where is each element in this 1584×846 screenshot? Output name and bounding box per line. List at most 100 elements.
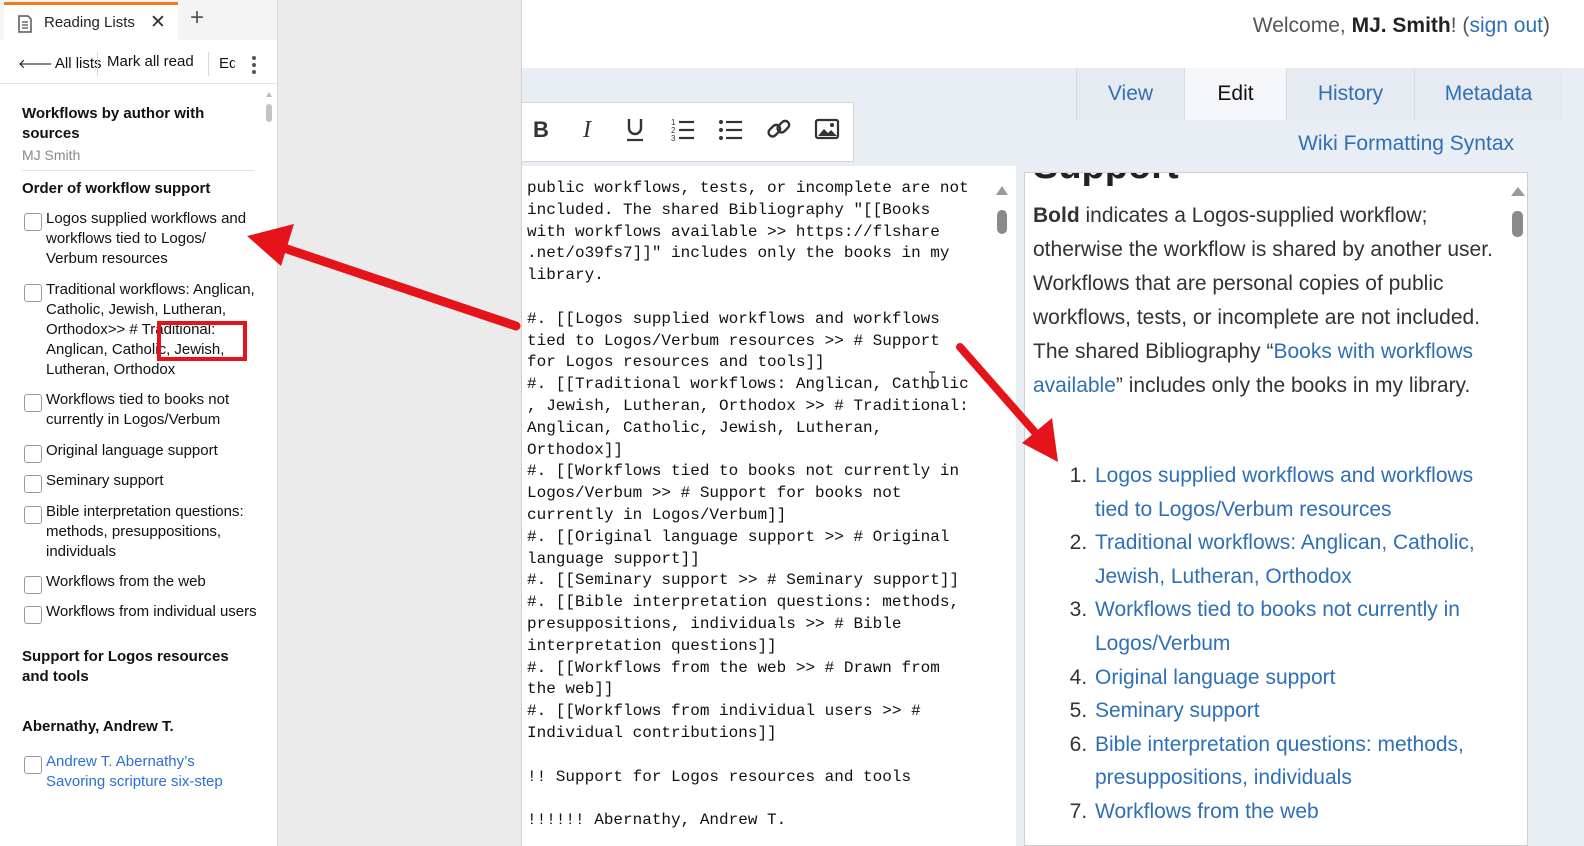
close-icon[interactable]: ✕: [150, 11, 166, 34]
tab-history[interactable]: History: [1286, 68, 1414, 120]
sign-out-link[interactable]: sign out: [1469, 14, 1543, 37]
list-item[interactable]: Workflows from individual users: [22, 602, 258, 624]
preview-list-link[interactable]: Workflows tied to books not currently in…: [1095, 598, 1460, 655]
link-icon[interactable]: [766, 115, 792, 143]
checkbox[interactable]: [24, 475, 42, 493]
scrollbar-thumb[interactable]: [266, 104, 272, 122]
reading-lists-panel: Reading Lists ✕ + 🡐 All lists Mark all re…: [0, 0, 278, 846]
checkbox[interactable]: [24, 284, 42, 302]
list-item[interactable]: Original language support: [22, 441, 258, 463]
bold-word: Bold: [1033, 204, 1080, 227]
image-icon[interactable]: [814, 115, 840, 143]
italic-icon[interactable]: I: [576, 115, 602, 143]
preview-list-item: Workflows from the web: [1093, 795, 1503, 829]
more-options-icon[interactable]: [250, 54, 258, 76]
list-item[interactable]: Andrew T. Abernathy’s Savoring scripture…: [22, 752, 258, 792]
arrow-left-icon: 🡐: [18, 56, 53, 71]
welcome-mid: ! (: [1450, 14, 1470, 37]
svg-text:B: B: [533, 117, 549, 142]
preview-heading: Support: [1033, 173, 1179, 188]
bulleted-list-icon[interactable]: [718, 115, 744, 143]
divider: [22, 170, 254, 171]
checkbox[interactable]: [24, 213, 42, 231]
checkbox[interactable]: [24, 445, 42, 463]
preview-list-link[interactable]: Workflows from the web: [1095, 800, 1319, 823]
preview-ordered-list: Logos supplied workflows and workflows t…: [1093, 459, 1503, 829]
svg-text:I: I: [582, 117, 592, 143]
preview-list-item: Bible interpretation questions: methods,…: [1093, 728, 1503, 795]
list-item-label: Workflows from individual users: [46, 603, 257, 620]
toolbar-divider: [208, 52, 209, 76]
list-item[interactable]: Bible interpretation questions: methods,…: [22, 502, 258, 562]
checkbox[interactable]: [24, 506, 42, 524]
editor-text[interactable]: public workflows, tests, or incomplete a…: [527, 178, 987, 832]
all-lists-button[interactable]: 🡐 All lists: [18, 55, 102, 72]
list-item-label: Seminary support: [46, 472, 164, 489]
panel-tab-bar: Reading Lists ✕ +: [0, 0, 277, 40]
wiki-formatting-syntax-link[interactable]: Wiki Formatting Syntax: [1298, 132, 1514, 156]
preview-list-link[interactable]: Original language support: [1095, 666, 1336, 689]
preview-list-item: Workflows tied to books not currently in…: [1093, 593, 1503, 660]
wiki-page: Welcome, MJ. Smith! (sign out) View Edit…: [521, 0, 1584, 846]
section-heading: Support for Logos resources and tools: [22, 648, 229, 685]
preview-scrollbar-thumb[interactable]: [1512, 211, 1523, 237]
preview-text: ” includes only the books in my library.: [1115, 374, 1471, 397]
preview-list-link[interactable]: Bible interpretation questions: methods,…: [1095, 733, 1464, 790]
preview-list-item: Original language support: [1093, 661, 1503, 695]
numbered-list-icon[interactable]: 123: [670, 115, 696, 143]
screen: Reading Lists ✕ + 🡐 All lists Mark all re…: [0, 0, 1584, 846]
checkbox[interactable]: [24, 756, 42, 774]
tab-reading-lists[interactable]: Reading Lists ✕: [4, 2, 178, 40]
list-item-label: Workflows from the web: [46, 573, 206, 590]
list-item[interactable]: Workflows tied to books not currently in…: [22, 390, 258, 430]
add-tab-icon[interactable]: +: [190, 4, 204, 32]
checkbox[interactable]: [24, 576, 42, 594]
toolbar-divider: [97, 52, 98, 76]
document-icon: [18, 15, 32, 33]
mark-all-read-button[interactable]: Mark all read: [107, 53, 194, 70]
preview-list-item: Traditional workflows: Anglican, Catholi…: [1093, 526, 1503, 593]
text-cursor-icon: [929, 371, 935, 389]
list-item[interactable]: Seminary support: [22, 471, 258, 493]
checkbox[interactable]: [24, 606, 42, 624]
editor-scrollbar-thumb[interactable]: [997, 210, 1007, 234]
svg-text:3: 3: [671, 134, 676, 143]
all-lists-label: All lists: [54, 55, 102, 72]
preview-list-link[interactable]: Traditional workflows: Anglican, Catholi…: [1095, 531, 1475, 588]
list-author: MJ Smith: [22, 147, 81, 163]
preview-list-link[interactable]: Seminary support: [1095, 699, 1260, 722]
checkbox[interactable]: [24, 394, 42, 412]
bold-icon[interactable]: B: [528, 115, 554, 143]
user-name: MJ. Smith: [1351, 14, 1451, 37]
welcome-suffix: ): [1543, 14, 1550, 37]
tab-metadata[interactable]: Metadata: [1414, 68, 1562, 120]
reading-list: Workflows by author with sources MJ Smit…: [22, 104, 258, 792]
list-item-label: Traditional workflows: Anglican, Catholi…: [46, 281, 255, 378]
wiki-editor-textarea[interactable]: public workflows, tests, or incomplete a…: [522, 166, 1016, 846]
edit-button[interactable]: Edit: [219, 55, 235, 72]
background-gap: [278, 0, 521, 846]
scroll-up-icon[interactable]: [266, 92, 272, 97]
list-item-label: Logos supplied workflows and workflows t…: [46, 210, 247, 267]
section-heading: Abernathy, Andrew T.: [22, 718, 174, 735]
scroll-up-icon[interactable]: [1511, 187, 1525, 196]
underline-icon[interactable]: [622, 115, 648, 143]
list-title: Workflows by author with sources: [22, 105, 205, 142]
preview-list-link[interactable]: Logos supplied workflows and workflows t…: [1095, 464, 1473, 521]
tab-edit[interactable]: Edit: [1184, 68, 1286, 120]
tab-title: Reading Lists: [44, 14, 135, 31]
list-item[interactable]: Workflows from the web: [22, 572, 258, 594]
list-item-link[interactable]: Andrew T. Abernathy’s Savoring scripture…: [46, 753, 223, 790]
preview-paragraph: Bold indicates a Logos-supplied workflow…: [1033, 199, 1493, 403]
list-item[interactable]: Traditional workflows: Anglican, Catholi…: [22, 280, 258, 380]
tab-view[interactable]: View: [1076, 68, 1184, 120]
list-item-label: Workflows tied to books not currently in…: [46, 391, 230, 428]
list-item[interactable]: Logos supplied workflows and workflows t…: [22, 209, 258, 269]
preview-list-item: Logos supplied workflows and workflows t…: [1093, 459, 1503, 526]
preview-list-item: Seminary support: [1093, 694, 1503, 728]
welcome-message: Welcome, MJ. Smith! (sign out): [1253, 14, 1550, 38]
welcome-prefix: Welcome,: [1252, 14, 1352, 37]
list-item-label: Original language support: [46, 442, 218, 459]
scroll-up-icon[interactable]: [996, 186, 1008, 195]
list-item-label: Bible interpretation questions: methods,…: [46, 503, 244, 560]
